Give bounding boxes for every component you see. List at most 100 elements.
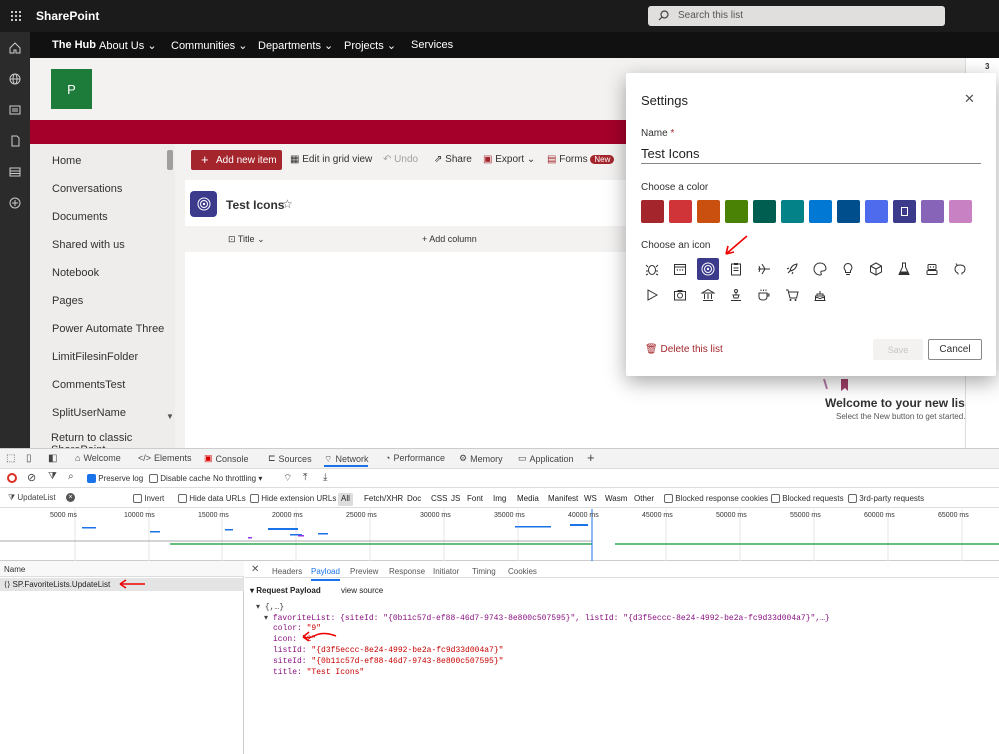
throttling-select[interactable]: No throttling ▾ (213, 474, 262, 483)
hub-item-about-us[interactable]: About Us ⌄ (99, 39, 157, 52)
filter-all[interactable]: All (338, 493, 353, 506)
clear-filter-icon[interactable]: × (66, 493, 75, 502)
filter-icon[interactable]: ⧩ (48, 471, 57, 482)
tab-preview[interactable]: Preview (350, 567, 378, 576)
search-icon[interactable]: ⌕ (68, 471, 74, 482)
calendar-icon[interactable] (669, 258, 691, 280)
hub-item-projects[interactable]: Projects ⌄ (344, 39, 396, 52)
inspect-icon[interactable]: ⬚ (6, 453, 15, 464)
preserve-log-checkbox[interactable]: Preserve log (87, 474, 143, 484)
payload-root[interactable]: ▾ {,…} (256, 602, 284, 612)
tab-timing[interactable]: Timing (472, 567, 496, 576)
blocked-requests-checkbox[interactable]: Blocked requests (771, 494, 844, 504)
target-icon[interactable] (697, 258, 719, 280)
airplane-icon[interactable] (753, 258, 775, 280)
color-swatch[interactable] (865, 200, 888, 223)
color-swatch[interactable] (837, 200, 860, 223)
share-button[interactable]: ⇗ Share (434, 154, 472, 165)
hub-item-communities[interactable]: Communities ⌄ (171, 39, 247, 52)
save-button[interactable]: Save (873, 339, 923, 360)
filter-img[interactable]: Img (490, 493, 509, 506)
file-icon[interactable] (8, 134, 22, 148)
payload-section-header[interactable]: ▾ Request Payload (250, 586, 321, 595)
tab-response[interactable]: Response (389, 567, 425, 576)
camera-icon[interactable] (669, 284, 691, 306)
filter-input[interactable]: ⧩ UpdateList (8, 493, 56, 503)
hub-item-departments[interactable]: Departments ⌄ (258, 39, 333, 52)
piggybank-icon[interactable] (949, 258, 971, 280)
filter-manifest[interactable]: Manifest (545, 493, 581, 506)
award-icon[interactable] (725, 284, 747, 306)
export-har-icon[interactable]: ⤓ (323, 472, 327, 483)
bank-icon[interactable] (697, 284, 719, 306)
filter-fetchxhr[interactable]: Fetch/XHR (361, 493, 406, 506)
globe-icon[interactable] (8, 72, 22, 86)
bug-icon[interactable] (641, 258, 663, 280)
nav-item-power-automate[interactable]: Power Automate Three (52, 323, 164, 335)
third-party-checkbox[interactable]: 3rd-party requests (848, 494, 924, 504)
undo-button[interactable]: ↶ Undo (383, 154, 418, 165)
filter-doc[interactable]: Doc (404, 493, 424, 506)
search-box[interactable]: Search this list (648, 6, 945, 26)
nav-item-limitfiles[interactable]: LimitFilesinFolder (52, 351, 138, 363)
name-field[interactable]: Test Icons (641, 144, 981, 164)
color-swatch[interactable] (753, 200, 776, 223)
cake-icon[interactable] (809, 284, 831, 306)
filter-js[interactable]: JS (448, 493, 463, 506)
favorite-star-icon[interactable]: ☆ (282, 197, 293, 211)
lightbulb-icon[interactable] (837, 258, 859, 280)
payload-favoritelist[interactable]: ▾ favoriteList: {siteId: "{0b11c57d-ef88… (264, 613, 830, 623)
nav-item-notebook[interactable]: Notebook (52, 267, 99, 279)
disable-cache-checkbox[interactable]: Disable cache (149, 474, 210, 484)
edit-grid-button[interactable]: ▦ Edit in grid view (290, 154, 372, 165)
filter-other[interactable]: Other (631, 493, 657, 506)
nav-item-home[interactable]: Home (52, 155, 81, 167)
nav-item-commentstest[interactable]: CommentsTest (52, 379, 125, 391)
add-column-button[interactable]: + Add column (422, 234, 477, 244)
flask-icon[interactable] (893, 258, 915, 280)
request-row[interactable]: ⟨⟩ SP.FavoriteLists.UpdateList (4, 580, 110, 589)
invert-checkbox[interactable]: Invert (133, 494, 164, 504)
coffee-icon[interactable] (753, 284, 775, 306)
timeline-overview[interactable]: 5000 ms 10000 ms 15000 ms 20000 ms 25000 ms 3… (0, 509, 999, 561)
hub-item-the-hub[interactable]: The Hub (52, 39, 96, 51)
filter-media[interactable]: Media (514, 493, 542, 506)
hide-data-urls-checkbox[interactable]: Hide data URLs (178, 494, 246, 504)
clipboard-icon[interactable] (725, 258, 747, 280)
hub-item-services[interactable]: Services (411, 39, 453, 51)
nav-item-documents[interactable]: Documents (52, 211, 108, 223)
scroll-down-icon[interactable]: ▼ (166, 412, 174, 421)
news-icon[interactable] (8, 103, 22, 117)
hide-extension-urls-checkbox[interactable]: Hide extension URLs (250, 494, 336, 504)
record-icon[interactable] (7, 473, 17, 483)
color-swatch[interactable] (893, 200, 916, 223)
tab-payload[interactable]: Payload (311, 567, 340, 581)
close-icon[interactable]: ✕ (251, 564, 259, 575)
tab-elements[interactable]: </> Elements (138, 453, 192, 463)
tab-sources[interactable]: ⊏ Sources (268, 453, 312, 464)
color-swatch[interactable] (949, 200, 972, 223)
tab-application[interactable]: ▭ Application (518, 453, 574, 464)
tab-network[interactable]: ⌔ Network (324, 451, 369, 467)
color-swatch[interactable] (697, 200, 720, 223)
name-column-header[interactable] (0, 561, 244, 577)
robot-icon[interactable] (921, 258, 943, 280)
device-icon[interactable]: ▯ (26, 453, 32, 464)
color-swatch[interactable] (641, 200, 664, 223)
filter-font[interactable]: Font (464, 493, 486, 506)
color-swatch[interactable] (669, 200, 692, 223)
tab-welcome[interactable]: ⌂ Welcome (75, 453, 121, 463)
network-conditions-icon[interactable]: ⌔ (283, 472, 292, 485)
nav-item-splitusername[interactable]: SplitUserName (52, 407, 126, 419)
filter-wasm[interactable]: Wasm (602, 493, 630, 506)
home-icon[interactable] (8, 41, 22, 55)
tab-performance[interactable]: ◔ Performance (385, 453, 445, 463)
sidebar-toggle-icon[interactable]: ◧ (48, 453, 57, 464)
tab-cookies[interactable]: Cookies (508, 567, 537, 576)
color-swatch[interactable] (809, 200, 832, 223)
cancel-button[interactable]: Cancel (928, 339, 982, 360)
add-new-item-button[interactable]: + Add new item (191, 150, 282, 170)
palette-icon[interactable] (809, 258, 831, 280)
clear-icon[interactable]: ⊘ (27, 471, 36, 484)
nav-scrollbar[interactable] (167, 150, 173, 170)
